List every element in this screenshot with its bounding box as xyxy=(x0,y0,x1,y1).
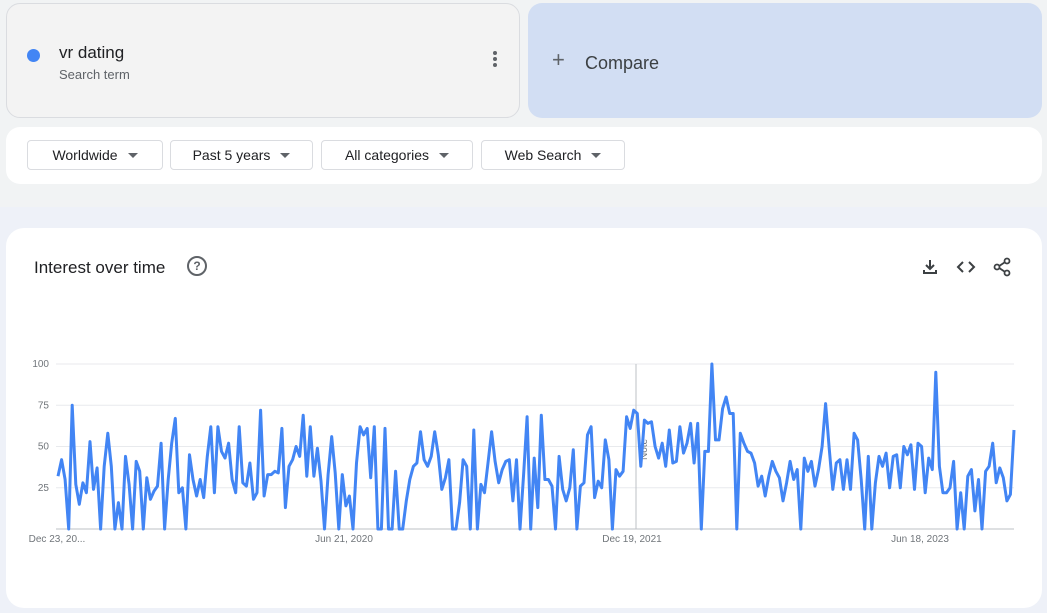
plus-icon: + xyxy=(552,47,565,72)
more-vert-icon[interactable] xyxy=(487,51,503,73)
compare-button[interactable]: + Compare xyxy=(528,3,1042,118)
filter-category-label: All categories xyxy=(344,147,430,163)
search-term-card[interactable]: vr dating Search term xyxy=(6,3,520,118)
dropdown-arrow-icon xyxy=(127,152,138,158)
y-tick-label: 100 xyxy=(32,359,49,370)
filter-time-range-label: Past 5 years xyxy=(192,147,271,163)
x-tick-label: Jun 21, 2020 xyxy=(315,534,373,545)
y-tick-label: 50 xyxy=(38,442,50,453)
filter-region[interactable]: Worldwide xyxy=(27,140,163,170)
dropdown-arrow-icon xyxy=(439,152,450,158)
filter-category[interactable]: All categories xyxy=(321,140,473,170)
compare-label: Compare xyxy=(585,53,660,73)
x-tick-label: Dec 19, 2021 xyxy=(602,534,662,545)
interest-over-time-card: Interest over time ? 25 50 75 100 Note Dec … xyxy=(6,228,1042,608)
filter-region-label: Worldwide xyxy=(52,147,118,163)
interest-line-chart: 255075100 Note Dec 23, 20... Jun 21, 2020… xyxy=(29,359,1016,545)
x-tick-label: Jun 18, 2023 xyxy=(891,534,949,545)
search-term-subtitle: Search term xyxy=(59,67,130,82)
filter-search-type[interactable]: Web Search xyxy=(481,140,625,170)
dropdown-arrow-icon xyxy=(280,152,291,158)
filter-time-range[interactable]: Past 5 years xyxy=(170,140,313,170)
dropdown-arrow-icon xyxy=(591,152,602,158)
y-tick-label: 75 xyxy=(38,400,50,411)
x-tick-label: Dec 23, 20... xyxy=(29,534,86,545)
search-term-name[interactable]: vr dating xyxy=(59,43,124,63)
series-color-dot xyxy=(27,49,40,62)
filter-search-type-label: Web Search xyxy=(504,147,582,163)
y-tick-label: 25 xyxy=(38,483,50,494)
filter-bar: Worldwide Past 5 years All categories We… xyxy=(6,127,1042,184)
